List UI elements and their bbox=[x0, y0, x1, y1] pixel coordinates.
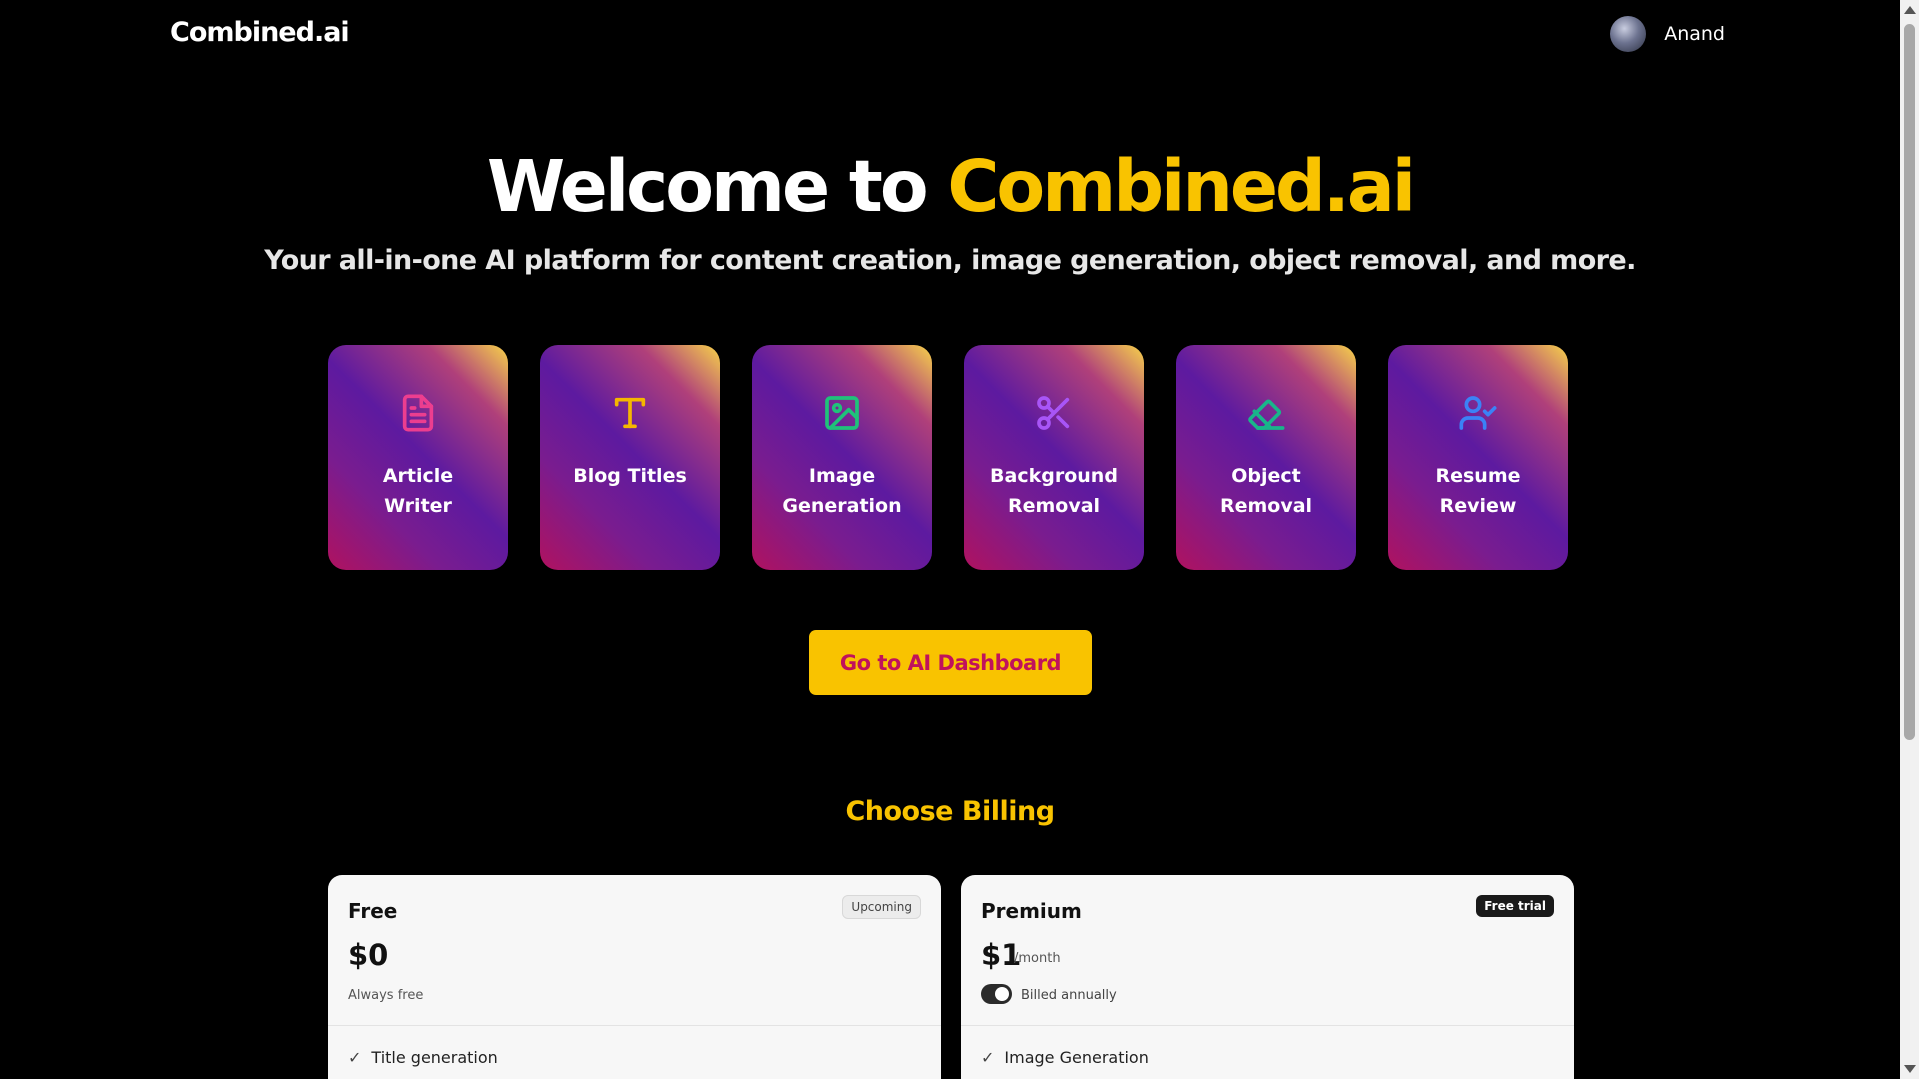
check-icon: ✓ bbox=[981, 1048, 995, 1067]
tool-card-resume-review[interactable]: Resume Review bbox=[1388, 345, 1568, 570]
user-check-icon bbox=[1458, 393, 1498, 433]
plan-name: Premium bbox=[981, 899, 1082, 923]
tool-cards: Article Writer Blog Titles Image Generat… bbox=[328, 345, 1568, 570]
plan-feature-label: Image Generation bbox=[1004, 1048, 1149, 1067]
top-navbar: Combined.ai Anand bbox=[0, 0, 1900, 70]
billing-title: Choose Billing bbox=[845, 796, 1055, 827]
eraser-icon bbox=[1246, 393, 1286, 433]
document-icon bbox=[398, 393, 438, 433]
hero-title-accent: Combined.ai bbox=[947, 145, 1416, 228]
plan-note: Always free bbox=[348, 988, 424, 1003]
hero-title: Welcome to Combined.ai bbox=[0, 145, 1900, 228]
plan-name: Free bbox=[348, 899, 398, 923]
plan-period: /month bbox=[1014, 951, 1061, 966]
scroll-up-arrow-icon[interactable] bbox=[1904, 6, 1916, 14]
brand-logo[interactable]: Combined.ai bbox=[170, 17, 350, 48]
plan-card-premium[interactable]: Premium Free trial $1 /month Billed annu… bbox=[961, 875, 1574, 1079]
tool-label: Blog Titles bbox=[573, 465, 687, 487]
go-to-dashboard-button[interactable]: Go to AI Dashboard bbox=[809, 630, 1092, 695]
user-avatar[interactable] bbox=[1610, 16, 1647, 52]
tool-label: Object Removal bbox=[1219, 465, 1313, 517]
user-menu[interactable]: Anand bbox=[1610, 16, 1725, 52]
scroll-down-arrow-icon[interactable] bbox=[1904, 1065, 1916, 1073]
user-name: Anand bbox=[1664, 23, 1725, 45]
plan-feature: ✓ Image Generation bbox=[981, 1048, 1149, 1067]
tool-label: Article Writer bbox=[382, 465, 454, 517]
scrollbar-thumb[interactable] bbox=[1904, 24, 1915, 740]
plan-feature: ✓ Title generation bbox=[348, 1048, 498, 1067]
toggle-knob bbox=[995, 987, 1009, 1001]
tool-card-image-generation[interactable]: Image Generation bbox=[752, 345, 932, 570]
hero-subtitle: Your all-in-one AI platform for content … bbox=[264, 245, 1636, 276]
tool-card-object-removal[interactable]: Object Removal bbox=[1176, 345, 1356, 570]
scissors-icon bbox=[1034, 393, 1074, 433]
tool-label: Resume Review bbox=[1435, 465, 1521, 517]
plan-badge: Upcoming bbox=[842, 895, 921, 919]
tool-card-background-removal[interactable]: Background Removal bbox=[964, 345, 1144, 570]
billed-annually-toggle[interactable] bbox=[981, 984, 1012, 1004]
plan-badge: Free trial bbox=[1476, 895, 1554, 917]
tool-label: Image Generation bbox=[782, 465, 902, 517]
tool-label: Background Removal bbox=[990, 465, 1118, 517]
page-scrollbar[interactable] bbox=[1900, 0, 1919, 1079]
plan-divider bbox=[328, 1025, 941, 1026]
image-icon bbox=[822, 393, 862, 433]
toggle-label: Billed annually bbox=[1021, 988, 1117, 1003]
plan-feature-label: Title generation bbox=[371, 1048, 498, 1067]
plan-card-free[interactable]: Free Upcoming $0 Always free ✓ Title gen… bbox=[328, 875, 941, 1079]
hero-title-prefix: Welcome to bbox=[486, 145, 948, 228]
check-icon: ✓ bbox=[348, 1048, 362, 1067]
plan-price: $0 bbox=[348, 938, 389, 972]
text-t-icon bbox=[610, 393, 650, 433]
plan-divider bbox=[961, 1025, 1574, 1026]
tool-card-article-writer[interactable]: Article Writer bbox=[328, 345, 508, 570]
tool-card-blog-titles[interactable]: Blog Titles bbox=[540, 345, 720, 570]
